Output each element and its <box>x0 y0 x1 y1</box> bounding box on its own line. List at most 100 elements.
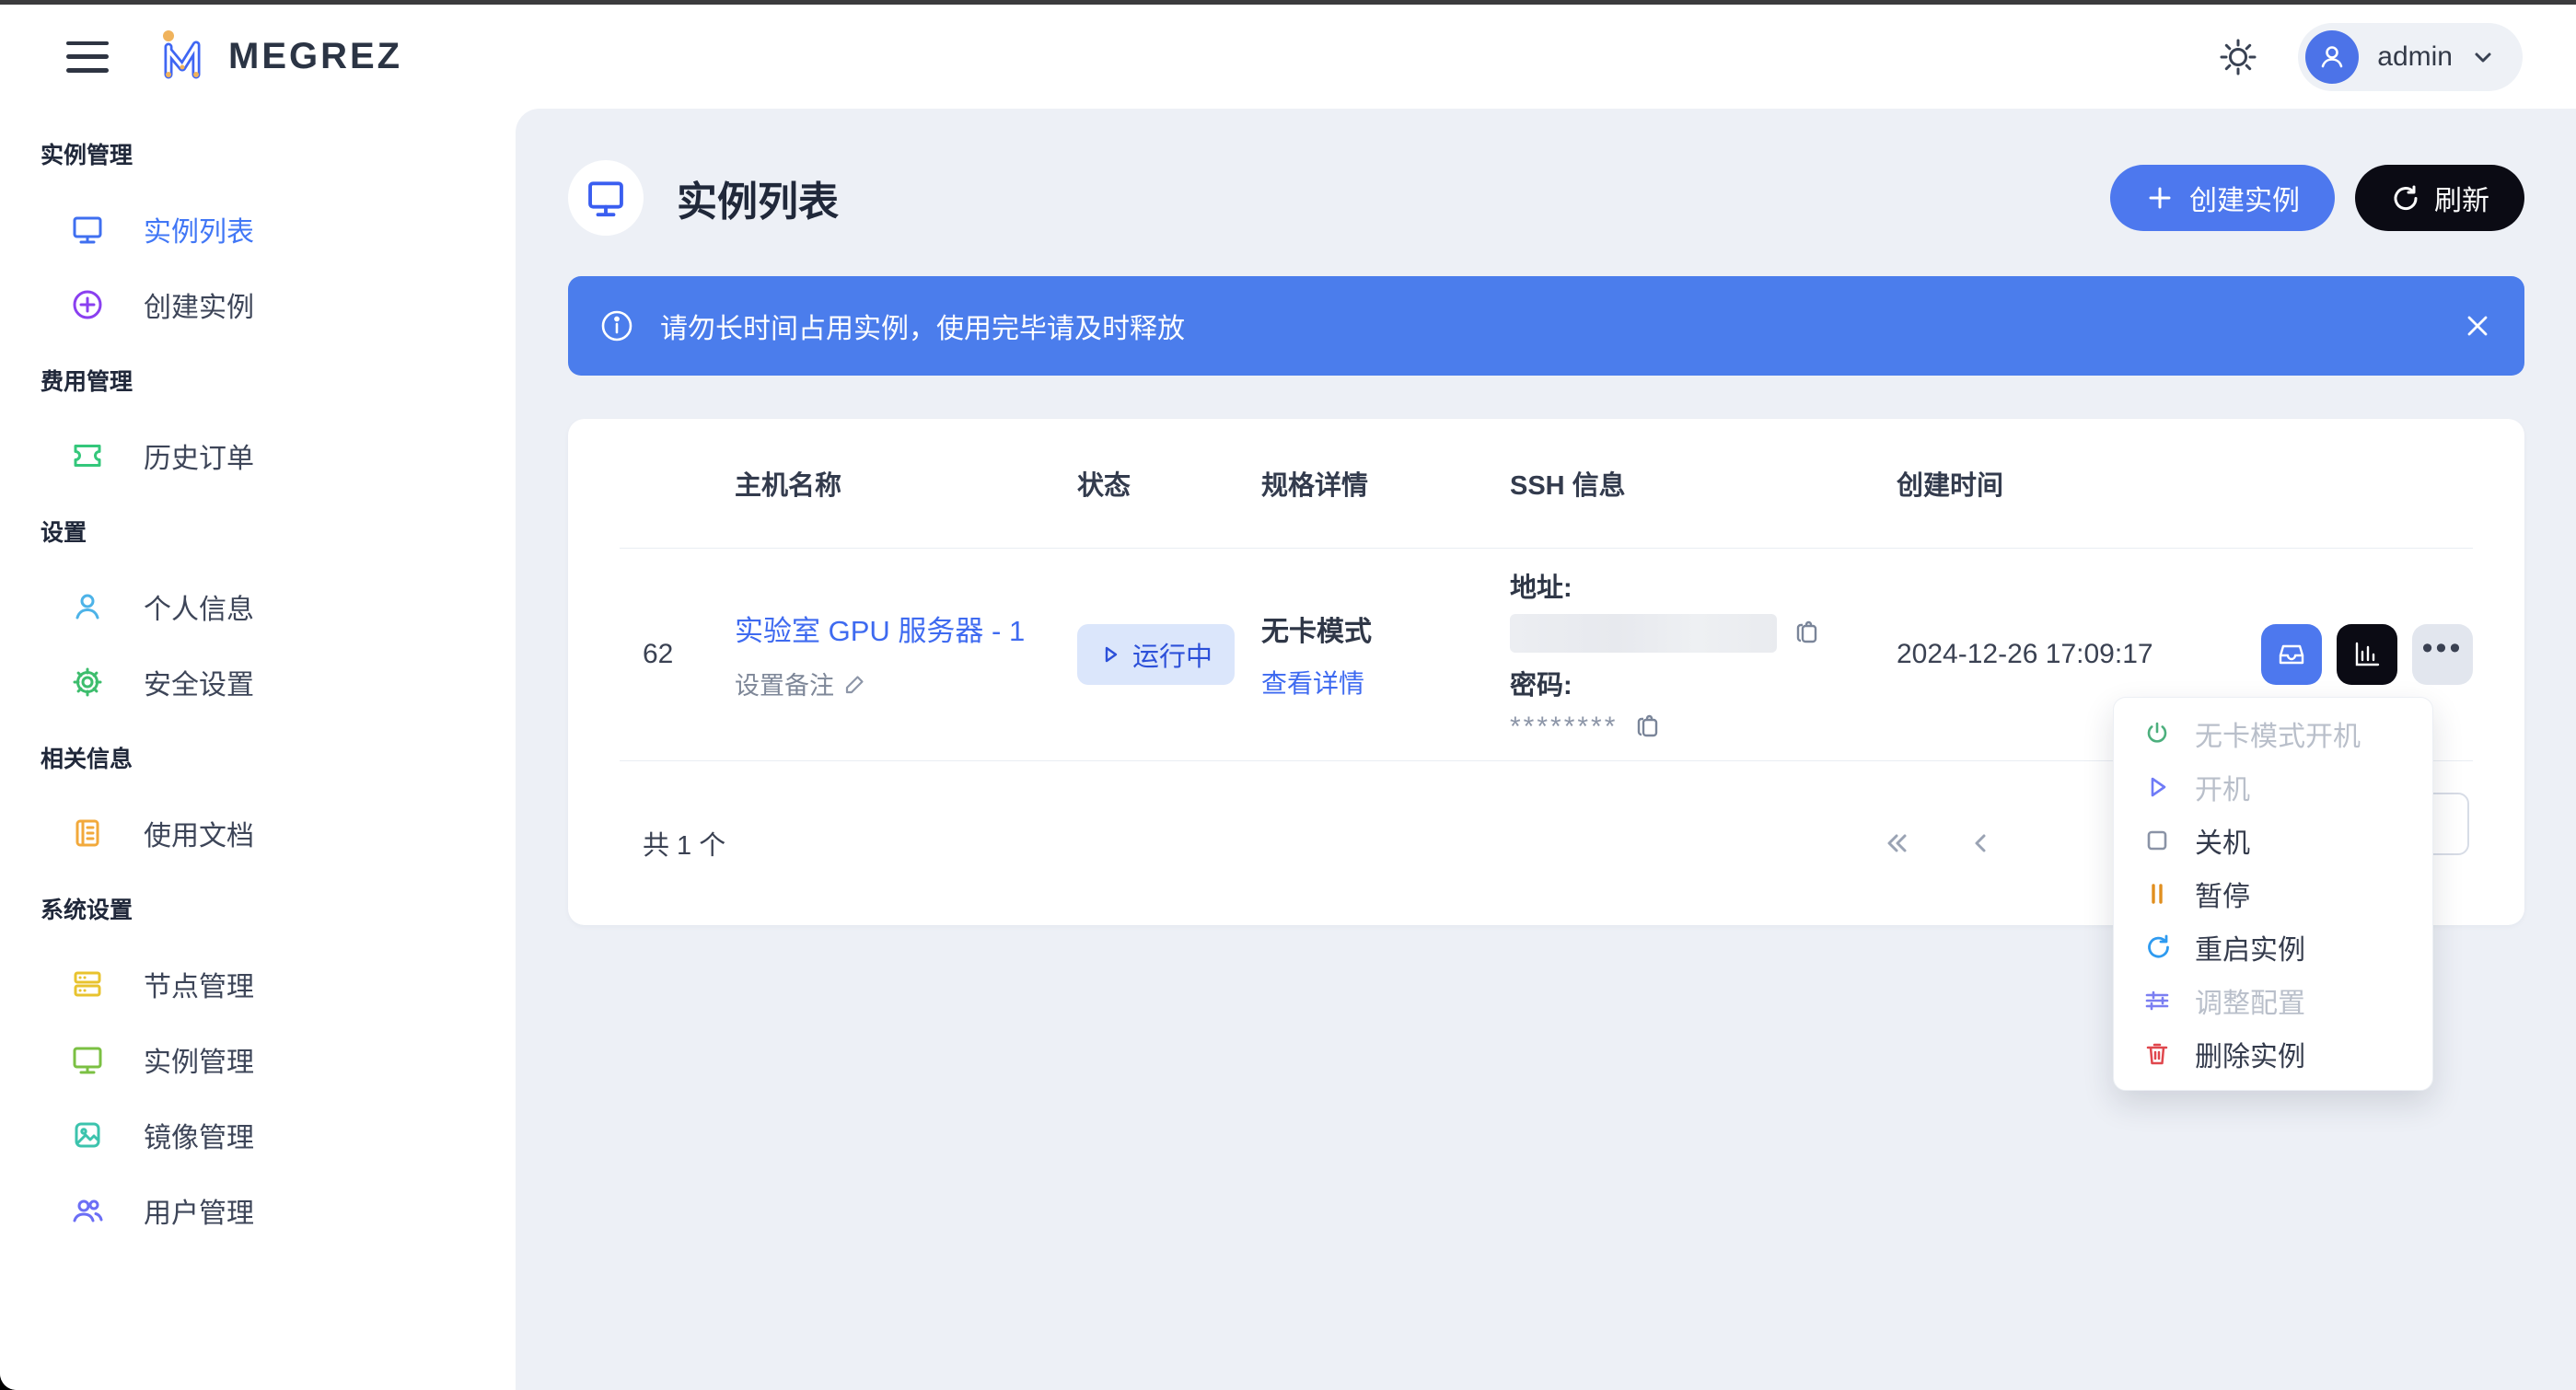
menu-item-shutdown[interactable]: 关机 <box>2114 814 2432 867</box>
brand-logo-icon <box>153 27 214 87</box>
more-actions-button[interactable]: ••• <box>2412 624 2473 685</box>
col-created: 创建时间 <box>1874 464 2187 503</box>
refresh-icon <box>2390 183 2419 213</box>
refresh-button[interactable]: 刷新 <box>2355 165 2524 231</box>
brand-name: MEGREZ <box>228 36 402 77</box>
sidebar-section-related: 相关信息 <box>0 720 516 795</box>
page-icon <box>568 160 644 236</box>
play-icon <box>1099 643 1121 666</box>
first-page-icon[interactable] <box>1882 828 1913 859</box>
brand: MEGREZ <box>153 27 402 87</box>
top-bar-right: admin <box>2217 23 2523 91</box>
menu-item-cardless-boot: 无卡模式开机 <box>2114 707 2432 760</box>
page-title: 实例列表 <box>677 168 839 227</box>
bar-chart-icon <box>2350 638 2384 671</box>
info-icon <box>598 307 636 345</box>
avatar <box>2305 30 2359 84</box>
user-menu[interactable]: admin <box>2298 23 2523 91</box>
sidebar-item-create-instance[interactable]: 创建实例 <box>0 267 516 342</box>
power-icon <box>2141 718 2173 749</box>
sidebar-item-instance-mgmt[interactable]: 实例管理 <box>0 1022 516 1097</box>
sidebar-item-docs[interactable]: 使用文档 <box>0 795 516 871</box>
spec-cell: 无卡模式 查看详情 <box>1238 608 1487 701</box>
sidebar-item-security[interactable]: 安全设置 <box>0 644 516 720</box>
hostname-cell: 实验室 GPU 服务器 - 1 设置备注 <box>712 608 1054 701</box>
plus-icon <box>2145 183 2175 213</box>
set-note-link[interactable]: 设置备注 <box>735 666 1054 701</box>
copy-password-icon[interactable] <box>1634 712 1664 742</box>
gear-icon <box>70 665 105 700</box>
col-ssh: SSH 信息 <box>1487 464 1874 503</box>
spec-mode: 无卡模式 <box>1261 608 1487 649</box>
console-button[interactable] <box>2261 624 2322 685</box>
prev-page-icon[interactable] <box>1967 829 1994 857</box>
users-icon <box>70 1193 105 1228</box>
ellipsis-icon: ••• <box>2422 648 2464 661</box>
stop-square-icon <box>2141 825 2173 856</box>
ssh-cell: 地址: 密码: ******** <box>1487 566 1874 743</box>
main-content: 实例列表 创建实例 刷新 请勿长时间占用实例，使用完毕请及时释放 <box>516 109 2576 1390</box>
col-spec: 规格详情 <box>1238 464 1487 503</box>
sidebar-item-node-mgmt[interactable]: 节点管理 <box>0 946 516 1022</box>
info-banner: 请勿长时间占用实例，使用完毕请及时释放 <box>568 276 2524 376</box>
banner-text: 请勿长时间占用实例，使用完毕请及时释放 <box>660 306 1185 346</box>
total-count: 共 1 个 <box>620 824 725 863</box>
sidebar-section-system: 系统设置 <box>0 871 516 946</box>
sliders-icon <box>2141 985 2173 1016</box>
top-bar: MEGREZ admin <box>0 5 2576 109</box>
status-badge: 运行中 <box>1077 624 1235 685</box>
sidebar-section-instance-mgmt: 实例管理 <box>0 116 516 191</box>
address-redacted <box>1510 614 1777 653</box>
page-header: 实例列表 创建实例 刷新 <box>568 156 2524 239</box>
col-status: 状态 <box>1054 464 1238 503</box>
screen: MEGREZ admin 实例管理 <box>0 0 2576 1390</box>
menu-item-resize: 调整配置 <box>2114 974 2432 1027</box>
theme-toggle-sun-icon[interactable] <box>2217 36 2259 78</box>
sidebar: 实例管理 实例列表 创建实例 费用管理 历史订单 设置 个人信息 安全设置 相关… <box>0 109 516 1390</box>
monitor-icon <box>585 177 627 219</box>
inbox-icon <box>2275 638 2308 671</box>
sidebar-item-profile[interactable]: 个人信息 <box>0 569 516 644</box>
password-label: 密码: <box>1510 664 1874 702</box>
sidebar-item-image-mgmt[interactable]: 镜像管理 <box>0 1097 516 1173</box>
user-name: admin <box>2377 41 2453 73</box>
chevron-down-icon <box>2471 45 2495 69</box>
status-cell: 运行中 <box>1054 624 1238 685</box>
plus-circle-icon <box>70 287 105 322</box>
row-actions: ••• <box>2187 624 2473 685</box>
hamburger-menu-icon[interactable] <box>66 41 109 73</box>
menu-item-restart[interactable]: 重启实例 <box>2114 921 2432 974</box>
monitor-stats-button[interactable] <box>2337 624 2397 685</box>
sidebar-item-order-history[interactable]: 历史订单 <box>0 418 516 493</box>
ticket-icon <box>70 438 105 473</box>
app-window: MEGREZ admin 实例管理 <box>0 0 2576 1390</box>
server-icon <box>70 967 105 1002</box>
document-icon <box>70 816 105 851</box>
menu-item-power-on: 开机 <box>2114 760 2432 814</box>
menu-item-pause[interactable]: 暂停 <box>2114 867 2432 921</box>
pencil-icon <box>843 672 867 696</box>
view-details-link[interactable]: 查看详情 <box>1261 664 1487 701</box>
sidebar-section-settings: 设置 <box>0 493 516 569</box>
instance-id: 62 <box>620 639 712 670</box>
sidebar-section-billing: 费用管理 <box>0 342 516 418</box>
trash-icon <box>2141 1038 2173 1070</box>
monitor-icon <box>70 1042 105 1077</box>
monitor-icon <box>70 212 105 247</box>
address-label: 地址: <box>1510 566 1874 605</box>
sidebar-item-user-mgmt[interactable]: 用户管理 <box>0 1173 516 1248</box>
person-icon <box>70 589 105 624</box>
create-instance-button[interactable]: 创建实例 <box>2110 165 2335 231</box>
pause-icon <box>2141 878 2173 909</box>
refresh-icon <box>2141 932 2173 963</box>
play-icon <box>2141 771 2173 803</box>
col-hostname: 主机名称 <box>712 464 1054 503</box>
copy-address-icon[interactable] <box>1793 619 1823 648</box>
actions-dropdown-menu: 无卡模式开机 开机 关机 暂停 重启实例 调整配置 <box>2113 697 2433 1091</box>
sidebar-item-instance-list[interactable]: 实例列表 <box>0 191 516 267</box>
image-icon <box>70 1118 105 1153</box>
table-header: 主机名称 状态 规格详情 SSH 信息 创建时间 <box>568 419 2524 548</box>
close-icon[interactable] <box>2462 310 2493 342</box>
menu-item-delete[interactable]: 删除实例 <box>2114 1027 2432 1081</box>
instance-name-link[interactable]: 实验室 GPU 服务器 - 1 <box>735 608 1054 649</box>
